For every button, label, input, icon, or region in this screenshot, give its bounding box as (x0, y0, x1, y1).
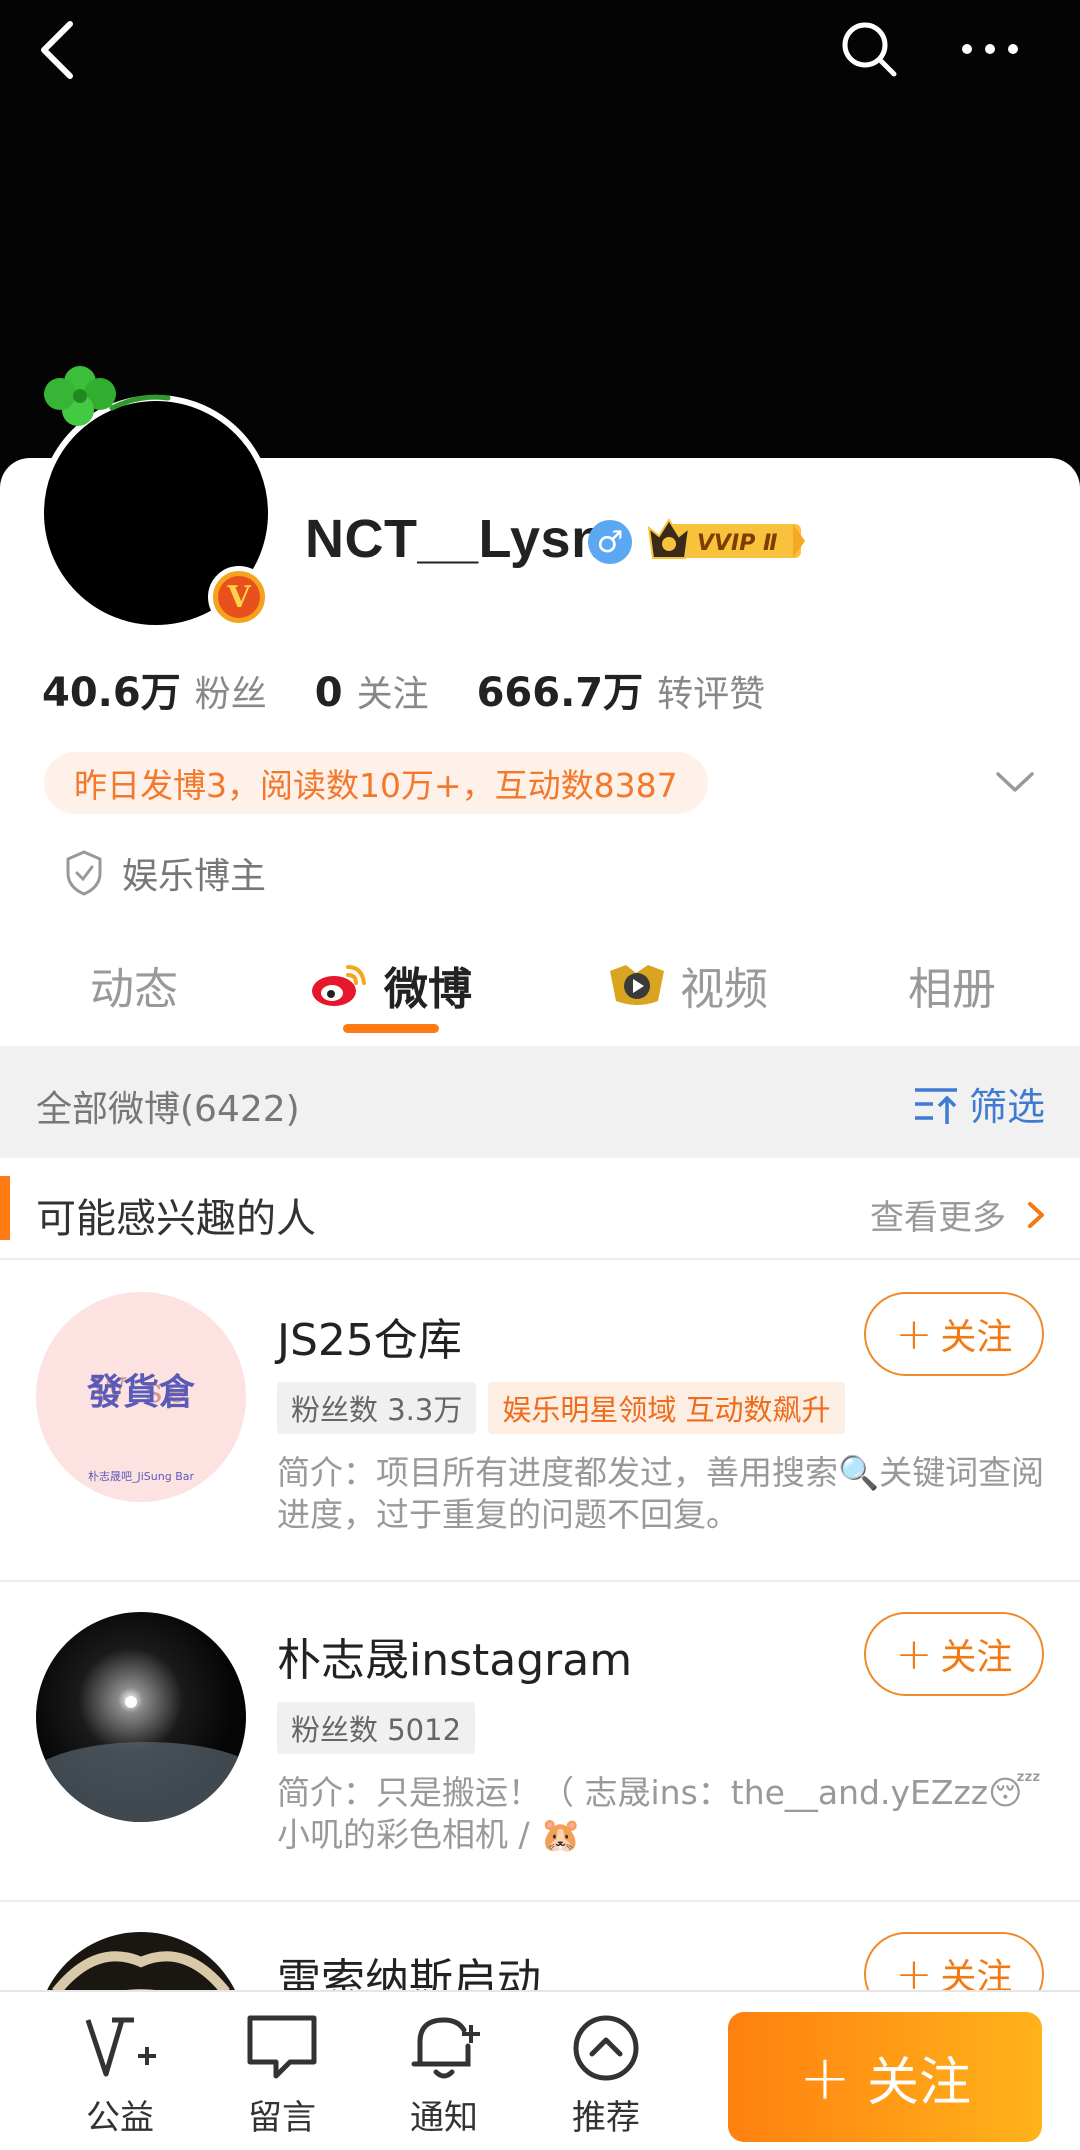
stat-value: 40.6万 (42, 670, 181, 716)
stat-label: 关注 (356, 674, 429, 715)
user-name[interactable]: 朴志晟instagram (277, 1624, 632, 1688)
filter-icon (915, 1087, 957, 1124)
user-intro: 简介：只是搬运！（ 志晟ins：the__and.yEZzz😴 小叽的彩色相机 … (277, 1773, 1042, 1854)
stat-following[interactable]: 0 关注 (315, 665, 429, 717)
message-label: 留言 (248, 2098, 316, 2138)
avatar-title: 發貨倉 (86, 1372, 195, 1413)
bottom-action-bar: 公益 留言 通知 推荐 + 关注 (0, 1990, 1080, 2150)
plus-icon: + (799, 2040, 851, 2114)
see-more-link[interactable]: 查看更多 (870, 1190, 1052, 1239)
chevron-left-icon (41, 21, 73, 79)
suggestions-title: 可能感兴趣的人 (36, 1196, 316, 1242)
filter-label: 筛选 (969, 1085, 1046, 1129)
notify-icon (411, 2017, 480, 2079)
stat-interactions[interactable]: 666.7万 转评赞 (477, 660, 766, 718)
tab-dynamic[interactable]: 动态 (90, 950, 178, 1020)
weibo-logo-icon (312, 965, 366, 1006)
plus-icon: + (895, 1628, 933, 1680)
follow-button[interactable]: + 关注 (864, 1612, 1044, 1696)
vvip-badge-icon[interactable]: VVIP Ⅱ (645, 514, 805, 566)
vvip-label: VVIP Ⅱ (697, 531, 778, 556)
back-button[interactable] (30, 14, 90, 84)
filter-button[interactable]: 筛选 (913, 1076, 1045, 1131)
user-avatar[interactable] (36, 1612, 246, 1822)
stat-label: 转评赞 (657, 674, 766, 715)
category-label: 娱乐博主 (122, 856, 267, 897)
category-row: 娱乐博主 (64, 848, 266, 898)
more-button[interactable] (955, 18, 1025, 80)
recommend-button[interactable]: 推荐 (546, 2012, 666, 2139)
verified-badge-icon: V (208, 566, 270, 628)
notify-button[interactable]: 通知 (384, 2012, 504, 2139)
fans-count-tag: 粉丝数 3.3万 (277, 1382, 477, 1434)
avatar-image (36, 1612, 246, 1822)
follow-button[interactable]: + 关注 (864, 1292, 1044, 1376)
profile-stats: 40.6万 粉丝 0 关注 666.7万 转评赞 (42, 660, 765, 720)
tab-label: 动态 (90, 964, 178, 1015)
charity-button[interactable]: 公益 (60, 2012, 180, 2139)
main-follow-button[interactable]: + 关注 (728, 2012, 1042, 2142)
notify-label: 通知 (410, 2098, 478, 2138)
user-avatar[interactable]: W se 發貨倉 朴志晟吧_JiSung Bar (36, 1292, 246, 1502)
chevron-right-icon (1028, 1201, 1044, 1228)
tab-label: 视频 (680, 964, 768, 1015)
recommend-label: 推荐 (572, 2098, 640, 2138)
avatar-caption: 朴志晟吧_JiSung Bar (88, 1469, 194, 1483)
plus-icon: + (895, 1308, 933, 1360)
activity-summary[interactable]: 昨日发博3，阅读数10万+，互动数8387 (44, 752, 708, 814)
active-tab-indicator (343, 1024, 439, 1033)
charity-icon (85, 2017, 156, 2077)
message-button[interactable]: 留言 (222, 2012, 342, 2139)
video-icon (610, 965, 664, 1005)
profile-tabs: 动态 微博 视频 相册 (0, 940, 1080, 1040)
message-icon (247, 2015, 317, 2079)
stat-label: 粉丝 (194, 674, 267, 715)
search-icon (842, 22, 897, 77)
section-accent-bar (0, 1176, 10, 1240)
avatar-image: W se 發貨倉 朴志晟吧_JiSung Bar (36, 1292, 246, 1502)
main-follow-label: 关注 (866, 2052, 971, 2113)
expand-button[interactable] (990, 762, 1040, 802)
recommend-icon (573, 2015, 639, 2081)
tab-label: 相册 (908, 964, 996, 1015)
rising-badge: 娱乐明星领域 互动数飙升 (488, 1382, 845, 1434)
follow-label: 关注 (940, 1637, 1013, 1678)
suggestions-header: 可能感兴趣的人 查看更多 (0, 1160, 1080, 1260)
user-name[interactable]: JS25仓库 (277, 1304, 462, 1368)
all-posts-count[interactable]: 全部微博(6422) (36, 1080, 300, 1132)
follow-label: 关注 (940, 1317, 1013, 1358)
user-tags: 粉丝数 3.3万 娱乐明星领域 互动数飙升 (277, 1382, 857, 1434)
stat-value: 0 (314, 670, 343, 716)
tab-album[interactable]: 相册 (908, 950, 996, 1020)
user-intro: 简介：项目所有进度都发过，善用搜索🔍关键词查阅进度，过于重复的问题不回复。 (277, 1453, 1045, 1534)
male-gender-icon: ♂ (588, 520, 632, 564)
tab-video[interactable]: 视频 (606, 950, 768, 1020)
chevron-down-icon (996, 772, 1034, 792)
tab-weibo[interactable]: 微博 (310, 950, 472, 1020)
suggested-user-card[interactable]: 朴志晟instagram + 关注 粉丝数 5012 简介：只是搬运！（ 志晟i… (0, 1582, 1080, 1902)
clover-decoration-icon (44, 366, 171, 426)
shield-icon (66, 850, 102, 896)
tab-label: 微博 (384, 964, 472, 1015)
charity-label: 公益 (86, 2098, 154, 2138)
search-button[interactable] (838, 18, 900, 80)
verified-mark: V (218, 576, 260, 618)
user-tags: 粉丝数 5012 (277, 1702, 487, 1754)
fans-count-tag: 粉丝数 5012 (277, 1702, 476, 1754)
stat-fans[interactable]: 40.6万 粉丝 (42, 660, 267, 718)
profile-username: NCT__Lysn (305, 509, 605, 569)
suggested-user-card[interactable]: W se 發貨倉 朴志晟吧_JiSung Bar JS25仓库 + 关注 粉丝数… (0, 1262, 1080, 1582)
see-more-label: 查看更多 (870, 1198, 1006, 1238)
top-bar (0, 0, 1080, 110)
more-dots-icon (962, 44, 1018, 54)
feed-filter-bar: 全部微博(6422) 筛选 (0, 1046, 1080, 1158)
stat-value: 666.7万 (476, 670, 644, 716)
